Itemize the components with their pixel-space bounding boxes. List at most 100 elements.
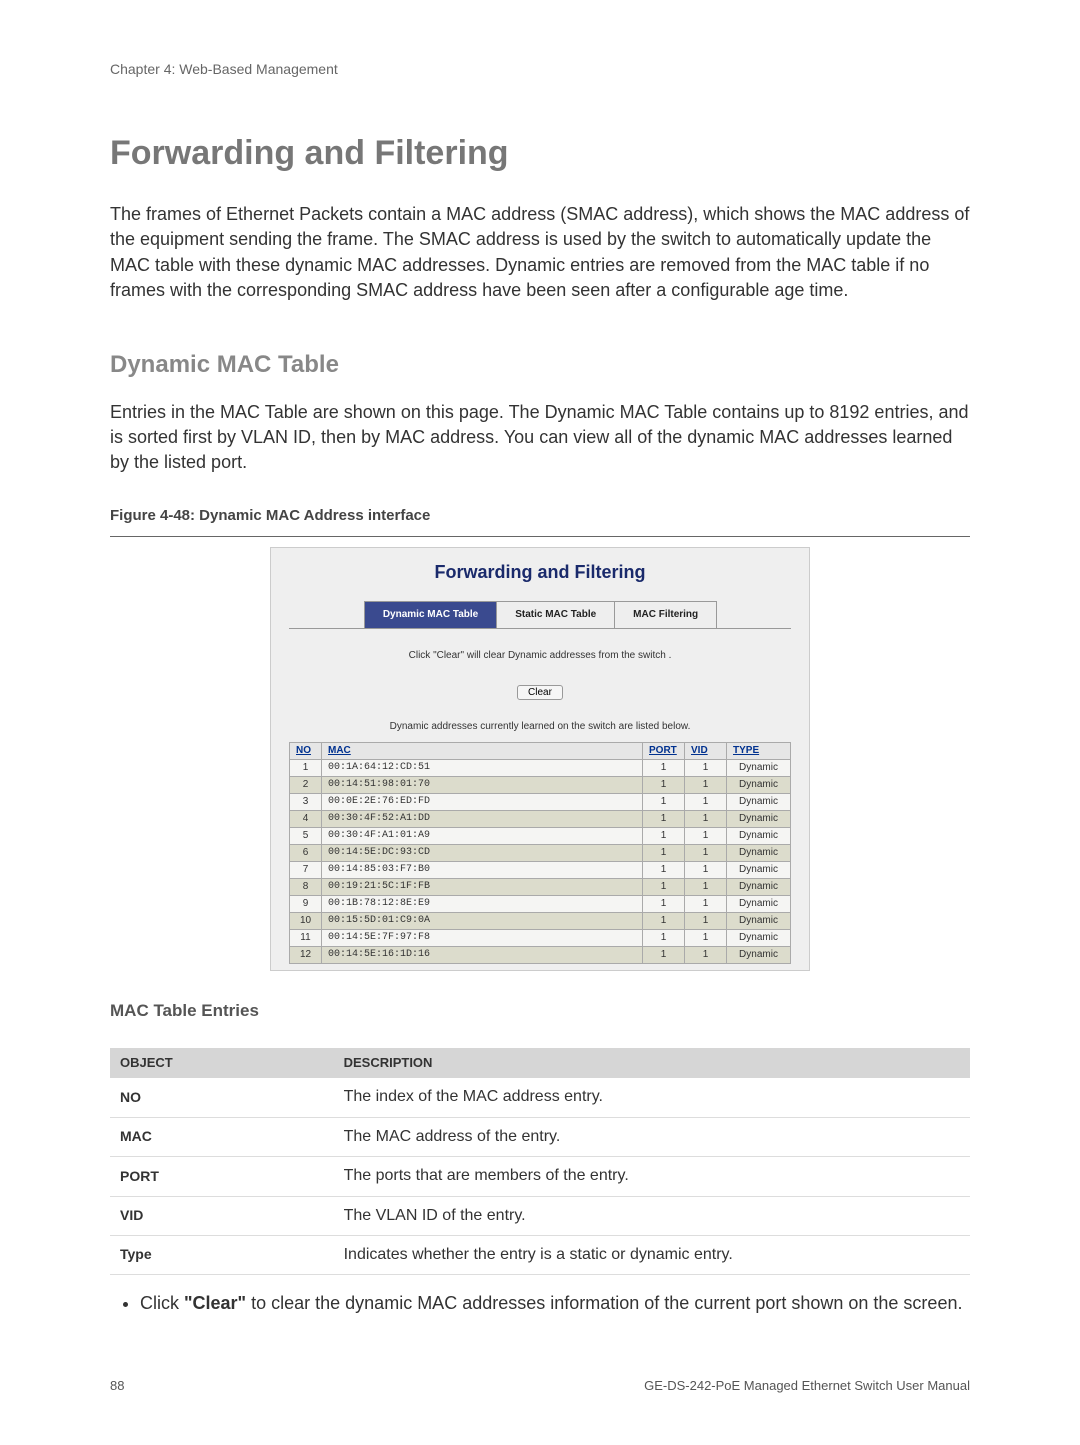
- cell-mac: 00:15:5D:01:C9:0A: [322, 913, 643, 930]
- cell-type: Dynamic: [727, 879, 791, 896]
- clear-button[interactable]: Clear: [517, 685, 563, 700]
- table-row: 600:14:5E:DC:93:CD11Dynamic: [290, 845, 791, 862]
- cell-type: Dynamic: [727, 828, 791, 845]
- manual-title: GE-DS-242-PoE Managed Ethernet Switch Us…: [644, 1377, 970, 1395]
- cell-vid: 1: [685, 760, 727, 777]
- cell-vid: 1: [685, 913, 727, 930]
- page-footer: 88 GE-DS-242-PoE Managed Ethernet Switch…: [110, 1377, 970, 1395]
- tab-static-mac-table[interactable]: Static MAC Table: [496, 601, 615, 628]
- mac-header-mac[interactable]: MAC: [322, 743, 643, 760]
- note-bold: "Clear": [184, 1293, 246, 1313]
- section-heading: Dynamic MAC Table: [110, 348, 970, 382]
- cell-port: 1: [643, 828, 685, 845]
- table-row: 100:1A:64:12:CD:5111Dynamic: [290, 760, 791, 777]
- table-hint: Dynamic addresses currently learned on t…: [289, 720, 791, 734]
- cell-port: 1: [643, 913, 685, 930]
- mac-header-no[interactable]: NO: [290, 743, 322, 760]
- table-row: 300:0E:2E:76:ED:FD11Dynamic: [290, 794, 791, 811]
- table-row: 700:14:85:03:F7:B011Dynamic: [290, 862, 791, 879]
- page-title: Forwarding and Filtering: [110, 130, 970, 178]
- entries-heading: MAC Table Entries: [110, 999, 970, 1023]
- cell-mac: 00:1A:64:12:CD:51: [322, 760, 643, 777]
- table-row: 200:14:51:98:01:7011Dynamic: [290, 777, 791, 794]
- table-row: 800:19:21:5C:1F:FB11Dynamic: [290, 879, 791, 896]
- desc-text: The MAC address of the entry.: [334, 1117, 970, 1156]
- cell-no: 9: [290, 896, 322, 913]
- cell-no: 7: [290, 862, 322, 879]
- cell-mac: 00:30:4F:52:A1:DD: [322, 811, 643, 828]
- cell-vid: 1: [685, 896, 727, 913]
- cell-mac: 00:1B:78:12:8E:E9: [322, 896, 643, 913]
- cell-mac: 00:30:4F:A1:01:A9: [322, 828, 643, 845]
- clear-hint: Click "Clear" will clear Dynamic address…: [289, 649, 791, 663]
- cell-vid: 1: [685, 947, 727, 964]
- table-row: 1000:15:5D:01:C9:0A11Dynamic: [290, 913, 791, 930]
- cell-vid: 1: [685, 794, 727, 811]
- cell-no: 5: [290, 828, 322, 845]
- cell-mac: 00:14:51:98:01:70: [322, 777, 643, 794]
- cell-mac: 00:14:5E:7F:97:F8: [322, 930, 643, 947]
- cell-port: 1: [643, 930, 685, 947]
- tab-mac-filtering[interactable]: MAC Filtering: [614, 601, 717, 628]
- cell-mac: 00:14:5E:16:1D:16: [322, 947, 643, 964]
- cell-vid: 1: [685, 811, 727, 828]
- section-paragraph: Entries in the MAC Table are shown on th…: [110, 400, 970, 476]
- desc-object: VID: [110, 1196, 334, 1235]
- cell-type: Dynamic: [727, 930, 791, 947]
- cell-port: 1: [643, 760, 685, 777]
- cell-port: 1: [643, 794, 685, 811]
- cell-type: Dynamic: [727, 777, 791, 794]
- figure-caption: Figure 4-48: Dynamic MAC Address interfa…: [110, 505, 970, 526]
- desc-text: The index of the MAC address entry.: [334, 1078, 970, 1117]
- description-table: OBJECT DESCRIPTION NOThe index of the MA…: [110, 1048, 970, 1275]
- desc-text: The ports that are members of the entry.: [334, 1157, 970, 1196]
- cell-port: 1: [643, 896, 685, 913]
- cell-vid: 1: [685, 862, 727, 879]
- note-item: Click "Clear" to clear the dynamic MAC a…: [140, 1291, 970, 1316]
- desc-row: NOThe index of the MAC address entry.: [110, 1078, 970, 1117]
- note-suffix: to clear the dynamic MAC addresses infor…: [246, 1293, 962, 1313]
- cell-no: 10: [290, 913, 322, 930]
- mac-header-vid[interactable]: VID: [685, 743, 727, 760]
- cell-no: 12: [290, 947, 322, 964]
- cell-no: 4: [290, 811, 322, 828]
- cell-type: Dynamic: [727, 947, 791, 964]
- cell-port: 1: [643, 879, 685, 896]
- cell-port: 1: [643, 947, 685, 964]
- cell-type: Dynamic: [727, 913, 791, 930]
- desc-object: Type: [110, 1236, 334, 1275]
- desc-row: TypeIndicates whether the entry is a sta…: [110, 1236, 970, 1275]
- desc-row: PORTThe ports that are members of the en…: [110, 1157, 970, 1196]
- cell-mac: 00:14:85:03:F7:B0: [322, 862, 643, 879]
- screenshot-title: Forwarding and Filtering: [271, 552, 809, 601]
- table-row: 400:30:4F:52:A1:DD11Dynamic: [290, 811, 791, 828]
- cell-mac: 00:14:5E:DC:93:CD: [322, 845, 643, 862]
- cell-no: 6: [290, 845, 322, 862]
- mac-header-port[interactable]: PORT: [643, 743, 685, 760]
- tab-dynamic-mac-table[interactable]: Dynamic MAC Table: [364, 601, 497, 628]
- cell-type: Dynamic: [727, 811, 791, 828]
- cell-port: 1: [643, 811, 685, 828]
- cell-mac: 00:19:21:5C:1F:FB: [322, 879, 643, 896]
- screenshot-tabs: Dynamic MAC TableStatic MAC TableMAC Fil…: [289, 601, 791, 629]
- table-row: 1200:14:5E:16:1D:1611Dynamic: [290, 947, 791, 964]
- intro-paragraph: The frames of Ethernet Packets contain a…: [110, 202, 970, 303]
- cell-type: Dynamic: [727, 760, 791, 777]
- cell-mac: 00:0E:2E:76:ED:FD: [322, 794, 643, 811]
- caption-rule: [110, 536, 970, 537]
- cell-type: Dynamic: [727, 845, 791, 862]
- cell-vid: 1: [685, 879, 727, 896]
- desc-header-description: DESCRIPTION: [334, 1048, 970, 1078]
- note-prefix: Click: [140, 1293, 184, 1313]
- cell-no: 2: [290, 777, 322, 794]
- mac-header-type[interactable]: TYPE: [727, 743, 791, 760]
- cell-port: 1: [643, 862, 685, 879]
- cell-vid: 1: [685, 828, 727, 845]
- table-row: 1100:14:5E:7F:97:F811Dynamic: [290, 930, 791, 947]
- desc-object: PORT: [110, 1157, 334, 1196]
- table-row: 500:30:4F:A1:01:A911Dynamic: [290, 828, 791, 845]
- desc-text: Indicates whether the entry is a static …: [334, 1236, 970, 1275]
- screenshot-panel: Forwarding and Filtering Dynamic MAC Tab…: [270, 547, 810, 971]
- cell-no: 3: [290, 794, 322, 811]
- cell-no: 1: [290, 760, 322, 777]
